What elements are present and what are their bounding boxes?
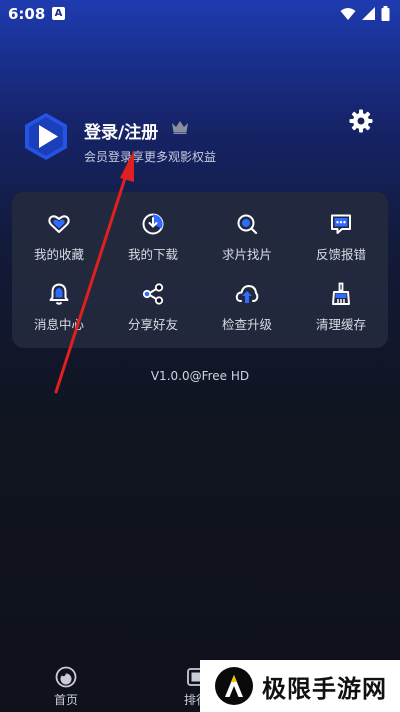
menu-item-downloads[interactable]: 我的下载 <box>106 202 200 272</box>
login-register-link[interactable]: 登录/注册 <box>84 118 158 143</box>
bell-icon <box>49 283 69 305</box>
menu-card: 我的收藏 我的下载 求片找片 反馈报错 消息中心 分享好友 检查升级 清理缓存 <box>12 192 388 348</box>
battery-icon <box>381 6 390 21</box>
wifi-icon <box>340 7 356 20</box>
menu-item-clear-cache[interactable]: 清理缓存 <box>294 272 388 342</box>
menu-label: 分享好友 <box>127 316 178 332</box>
annotation-arrow <box>54 150 134 394</box>
search-film-icon <box>237 214 258 234</box>
menu-label: 清理缓存 <box>315 316 366 332</box>
status-bar: 6:08 A <box>0 0 400 28</box>
watermark-logo-icon <box>215 667 253 705</box>
menu-label: 我的收藏 <box>33 246 84 262</box>
watermark: 极限手游网 <box>200 660 400 712</box>
home-tab-icon <box>55 666 77 688</box>
crown-icon <box>172 121 188 134</box>
settings-icon[interactable] <box>348 108 374 134</box>
member-benefit-text: 会员登录享更多观影权益 <box>84 150 217 164</box>
upgrade-icon <box>235 284 259 303</box>
nav-home[interactable]: 首页 <box>46 666 86 708</box>
menu-item-check-update[interactable]: 检查升级 <box>200 272 294 342</box>
menu-item-feedback[interactable]: 反馈报错 <box>294 202 388 272</box>
signal-icon <box>362 7 375 20</box>
watermark-text: 极限手游网 <box>262 673 387 703</box>
download-icon <box>142 213 164 234</box>
menu-label: 消息中心 <box>33 316 84 332</box>
status-time: 6:08 <box>8 5 46 23</box>
status-icons <box>340 6 390 21</box>
nav-home-label: 首页 <box>53 693 78 707</box>
version-text: V1.0.0@Free HD <box>150 369 250 383</box>
menu-item-request-film[interactable]: 求片找片 <box>200 202 294 272</box>
broom-icon <box>332 282 350 305</box>
menu-item-share[interactable]: 分享好友 <box>106 272 200 342</box>
menu-item-favorites[interactable]: 我的收藏 <box>12 202 106 272</box>
menu-label: 我的下载 <box>127 246 178 262</box>
profile-header[interactable]: 登录/注册 会员登录享更多观影权益 <box>22 109 382 172</box>
menu-label: 检查升级 <box>221 316 272 332</box>
share-icon <box>142 282 164 305</box>
menu-item-messages[interactable]: 消息中心 <box>12 272 106 342</box>
feedback-icon <box>331 214 351 234</box>
notification-icon: A <box>52 7 65 20</box>
menu-label: 求片找片 <box>221 246 272 262</box>
app-logo-icon <box>25 113 67 160</box>
heart-icon <box>48 214 70 233</box>
menu-label: 反馈报错 <box>315 246 366 262</box>
